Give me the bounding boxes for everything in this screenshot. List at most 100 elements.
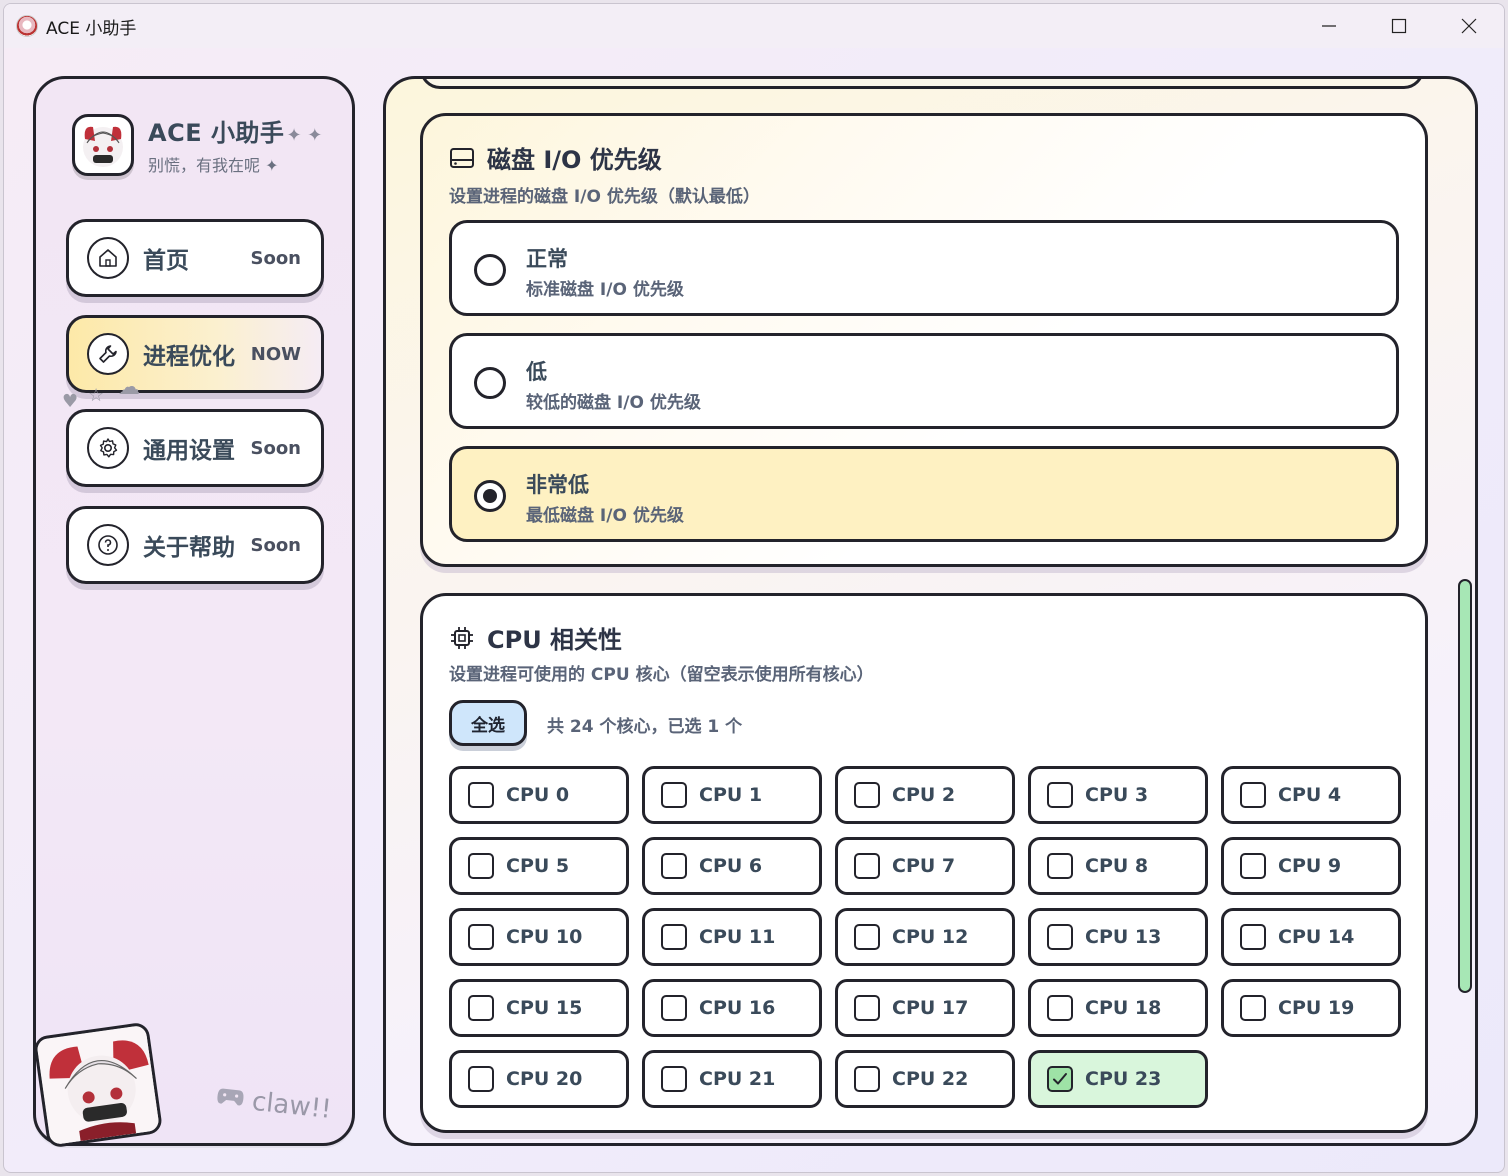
scrollbar-thumb[interactable] (1458, 579, 1472, 993)
minimize-button[interactable] (1294, 4, 1364, 48)
select-all-button[interactable]: 全选 (449, 700, 527, 746)
cpu-core-label: CPU 12 (892, 926, 969, 948)
sidebar-item-label: 首页 (143, 248, 189, 274)
sidebar-item-about-help[interactable]: 关于帮助 Soon (66, 506, 324, 584)
close-button[interactable] (1434, 4, 1504, 48)
checkbox-icon[interactable] (1047, 995, 1073, 1021)
cpu-core-label: CPU 23 (1085, 1068, 1162, 1090)
maximize-button[interactable] (1364, 4, 1434, 48)
app-logo-icon (16, 15, 38, 37)
option-label: 正常 (526, 247, 568, 271)
disk-io-option-normal[interactable]: 正常 标准磁盘 I/O 优先级 (449, 220, 1399, 316)
cpu-core-checkbox[interactable]: CPU 21 (642, 1050, 822, 1108)
cpu-core-checkbox[interactable]: CPU 17 (835, 979, 1015, 1037)
cpu-core-checkbox[interactable]: CPU 11 (642, 908, 822, 966)
checkbox-icon[interactable] (661, 853, 687, 879)
checkbox-icon[interactable] (468, 853, 494, 879)
radio-button-selected[interactable] (474, 480, 506, 512)
mascot-sticker (32, 1021, 164, 1149)
cpu-core-checkbox[interactable]: CPU 9 (1221, 837, 1401, 895)
checkbox-icon[interactable] (1240, 782, 1266, 808)
cpu-core-checkbox[interactable]: CPU 13 (1028, 908, 1208, 966)
cpu-core-checkbox[interactable]: CPU 6 (642, 837, 822, 895)
cpu-core-checkbox[interactable]: CPU 1 (642, 766, 822, 824)
checkbox-icon[interactable] (1047, 853, 1073, 879)
cpu-core-checkbox[interactable]: CPU 0 (449, 766, 629, 824)
radio-button[interactable] (474, 254, 506, 286)
checkbox-icon[interactable] (661, 1066, 687, 1092)
help-icon (87, 524, 129, 566)
window-title: ACE 小助手 (46, 18, 137, 39)
checkbox-icon[interactable] (1047, 782, 1073, 808)
app-window: ACE 小助手 ACE 小助手 ✦ ✦ 别慌，有我在呢 ✦ 首页 Soon 进程… (3, 3, 1505, 1173)
checkbox-icon[interactable] (1240, 853, 1266, 879)
sidebar-item-general-settings[interactable]: 通用设置 Soon (66, 409, 324, 487)
checkbox-icon[interactable] (854, 924, 880, 950)
checkbox-icon[interactable] (1240, 995, 1266, 1021)
cpu-core-checkbox[interactable]: CPU 5 (449, 837, 629, 895)
home-icon (87, 237, 129, 279)
brand-avatar (72, 113, 134, 176)
checkbox-icon[interactable] (854, 782, 880, 808)
checkbox-icon[interactable] (468, 924, 494, 950)
hard-drive-icon (450, 147, 474, 168)
cpu-core-checkbox[interactable]: CPU 14 (1221, 908, 1401, 966)
sidebar-item-process-optimize[interactable]: 进程优化 NOW (66, 315, 324, 393)
radio-button[interactable] (474, 367, 506, 399)
option-label: 非常低 (526, 473, 589, 497)
sidebar-item-label: 关于帮助 (143, 535, 235, 561)
cpu-core-checkbox[interactable]: CPU 20 (449, 1050, 629, 1108)
checkbox-icon[interactable] (661, 924, 687, 950)
checkbox-icon[interactable] (468, 782, 494, 808)
cpu-core-checkbox[interactable]: CPU 18 (1028, 979, 1208, 1037)
checkbox-icon[interactable] (854, 1066, 880, 1092)
cpu-core-checkbox[interactable]: CPU 10 (449, 908, 629, 966)
option-description: 标准磁盘 I/O 优先级 (526, 280, 684, 300)
disk-io-option-very-low[interactable]: 非常低 最低磁盘 I/O 优先级 (449, 446, 1399, 542)
checkbox-icon[interactable] (854, 995, 880, 1021)
checkbox-icon[interactable] (468, 995, 494, 1021)
cpu-affinity-description: 设置进程可使用的 CPU 核心（留空表示使用所有核心） (449, 665, 874, 685)
checkbox-icon[interactable] (1047, 924, 1073, 950)
cpu-core-label: CPU 6 (699, 855, 763, 877)
sidebar-item-tag: Soon (250, 437, 301, 459)
brand: ACE 小助手 ✦ ✦ 别慌，有我在呢 ✦ (72, 113, 322, 176)
cpu-core-checkbox[interactable]: CPU 4 (1221, 766, 1401, 824)
footer-text: claw!! (250, 1086, 333, 1125)
cpu-core-label: CPU 19 (1278, 997, 1355, 1019)
cpu-core-label: CPU 2 (892, 784, 956, 806)
sidebar-item-home[interactable]: 首页 Soon (66, 219, 324, 297)
cpu-core-checkbox[interactable]: CPU 22 (835, 1050, 1015, 1108)
sidebar: ACE 小助手 ✦ ✦ 别慌，有我在呢 ✦ 首页 Soon 进程优化 NOW ♥ … (32, 76, 355, 1149)
cpu-core-checkbox[interactable]: CPU 12 (835, 908, 1015, 966)
cpu-core-checkbox[interactable]: CPU 7 (835, 837, 1015, 895)
cpu-core-checkbox[interactable]: CPU 2 (835, 766, 1015, 824)
close-icon (1461, 18, 1477, 34)
cpu-core-checkbox[interactable]: CPU 16 (642, 979, 822, 1037)
checkbox-icon[interactable] (468, 1066, 494, 1092)
cpu-core-label: CPU 14 (1278, 926, 1355, 948)
cpu-core-checkbox[interactable]: CPU 8 (1028, 837, 1208, 895)
checkbox-icon[interactable] (661, 995, 687, 1021)
cpu-core-label: CPU 4 (1278, 784, 1342, 806)
checkbox-checked-icon[interactable] (1047, 1066, 1073, 1092)
cpu-core-label: CPU 11 (699, 926, 776, 948)
sidebar-item-tag: Soon (250, 534, 301, 556)
maximize-icon (1391, 18, 1407, 34)
cpu-core-checkbox[interactable]: CPU 3 (1028, 766, 1208, 824)
sidebar-item-tag: Soon (250, 247, 301, 269)
cpu-core-checkbox[interactable]: CPU 19 (1221, 979, 1401, 1037)
previous-card-edge (420, 79, 1424, 89)
cpu-core-label: CPU 7 (892, 855, 956, 877)
checkbox-icon[interactable] (854, 853, 880, 879)
cpu-core-label: CPU 22 (892, 1068, 969, 1090)
cpu-core-checkbox[interactable]: CPU 15 (449, 979, 629, 1037)
disk-io-option-low[interactable]: 低 较低的磁盘 I/O 优先级 (449, 333, 1399, 429)
cpu-core-label: CPU 21 (699, 1068, 776, 1090)
checkbox-icon[interactable] (661, 782, 687, 808)
cpu-core-label: CPU 16 (699, 997, 776, 1019)
checkbox-icon[interactable] (1240, 924, 1266, 950)
cpu-core-checkbox[interactable]: CPU 23 (1028, 1050, 1208, 1108)
main-panel: 磁盘 I/O 优先级 设置进程的磁盘 I/O 优先级（默认最低） 正常 标准磁盘… (383, 76, 1478, 1146)
cpu-affinity-title: CPU 相关性 (487, 626, 623, 654)
